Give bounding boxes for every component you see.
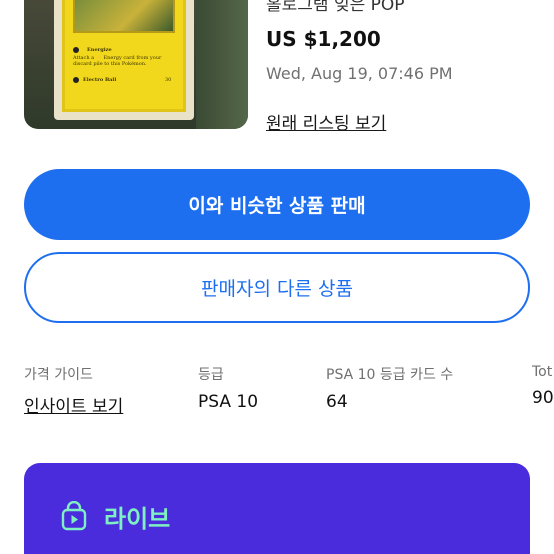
listing-price: US $1,200 xyxy=(266,27,381,51)
stat-value: PSA 10 xyxy=(198,392,259,412)
stat-label: Tot xyxy=(532,364,553,380)
view-insights-link[interactable]: 인사이트 보기 xyxy=(24,392,123,417)
live-section[interactable]: 라이브 xyxy=(24,463,530,554)
background-scene xyxy=(196,0,248,129)
shopping-bag-play-icon xyxy=(61,501,87,531)
sell-similar-button[interactable]: 이와 비슷한 상품 판매 xyxy=(24,169,530,240)
stat-label: PSA 10 등급 카드 수 xyxy=(326,367,454,383)
card-image[interactable]: Energize Attach a ⚡ Energy card from you… xyxy=(24,0,248,129)
stat-label: 등급 xyxy=(198,367,224,383)
attack1-text: Attach a ⚡ Energy card from your discard… xyxy=(73,55,162,67)
attack1-name: Energize xyxy=(87,47,112,53)
stat-grade: 등급 PSA 10 xyxy=(198,364,258,412)
stat-psa10-count: PSA 10 등급 카드 수 64 xyxy=(326,364,453,412)
energy-icon xyxy=(73,77,79,83)
attack2-name: Electro Ball xyxy=(83,77,117,83)
seller-other-items-button[interactable]: 판매자의 다른 상품 xyxy=(24,252,530,323)
card-artwork xyxy=(73,0,175,33)
attack2-damage: 30 xyxy=(165,77,172,83)
view-original-listing-link[interactable]: 원래 리스팅 보기 xyxy=(266,109,386,134)
stat-total: Tot 90 xyxy=(532,364,554,408)
energy-icon xyxy=(73,47,79,53)
stat-label: 가격 가이드 xyxy=(24,367,93,383)
card-face: Energize Attach a ⚡ Energy card from you… xyxy=(62,0,186,112)
listing-subtitle: 홀로그램 잊은 POP xyxy=(266,0,405,15)
stat-value: 90 xyxy=(532,388,554,408)
stat-value: 64 xyxy=(326,392,348,412)
listing-date: Wed, Aug 19, 07:46 PM xyxy=(266,64,453,83)
live-label: 라이브 xyxy=(104,505,171,533)
stat-price-guide: 가격 가이드 인사이트 보기 xyxy=(24,364,123,417)
